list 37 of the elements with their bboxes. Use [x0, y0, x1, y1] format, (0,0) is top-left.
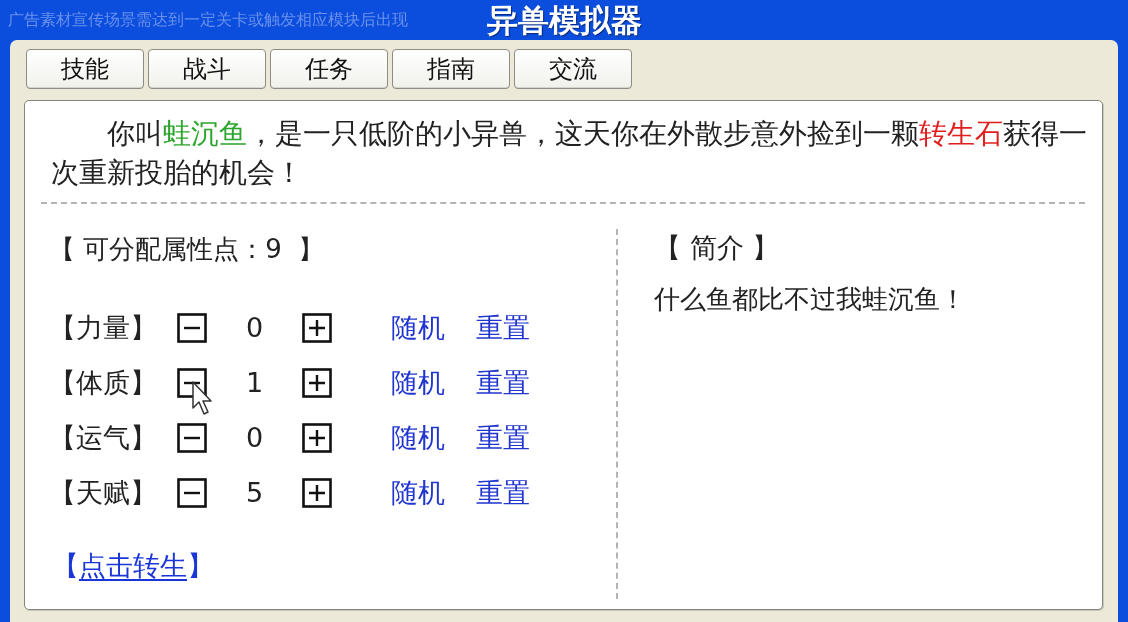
cursor-icon: [192, 381, 214, 416]
plus-icon[interactable]: [302, 423, 332, 453]
attribute-value: 1: [244, 366, 265, 400]
plus-icon[interactable]: [302, 368, 332, 398]
attribute-label: 【运气】: [49, 421, 158, 455]
attribute-label: 【体质】: [49, 366, 158, 400]
minus-icon[interactable]: [177, 313, 207, 343]
attribute-value: 0: [244, 421, 265, 455]
attribute-label: 【力量】: [49, 311, 158, 345]
minus-icon[interactable]: [177, 368, 207, 398]
points-text: 【 可分配属性点：9 】: [49, 233, 325, 266]
reset-link[interactable]: 重置: [476, 420, 530, 456]
minus-icon[interactable]: [177, 423, 207, 453]
notice-text: 广告素材宣传场景需达到一定关卡或触发相应模块后出现: [7, 9, 408, 31]
plus-icon[interactable]: [302, 313, 332, 343]
reset-link[interactable]: 重置: [476, 365, 530, 401]
tab[interactable]: 战斗: [148, 49, 266, 89]
random-link[interactable]: 随机: [391, 420, 445, 456]
random-link[interactable]: 随机: [391, 475, 445, 511]
tab[interactable]: 指南: [392, 49, 510, 89]
reset-link[interactable]: 重置: [476, 475, 530, 511]
minus-icon[interactable]: [177, 478, 207, 508]
plus-icon[interactable]: [302, 478, 332, 508]
tab[interactable]: 任务: [270, 49, 388, 89]
window-title: 异兽模拟器: [486, 1, 642, 40]
story-text: 你叫蛙沉鱼，是一只低阶的小异兽，这天你在外散步意外捡到一颗转生石获得一次重新投胎的机会！: [51, 116, 1088, 191]
attribute-label: 【天赋】: [49, 476, 158, 510]
random-link[interactable]: 随机: [391, 310, 445, 346]
intro-text: 什么鱼都比不过我蛙沉鱼！: [654, 283, 966, 316]
reset-link[interactable]: 重置: [476, 310, 530, 346]
intro-heading: 【 简介 】: [654, 231, 780, 265]
attribute-value: 0: [244, 311, 265, 345]
attribute-value: 5: [244, 476, 265, 510]
random-link[interactable]: 随机: [391, 365, 445, 401]
tab[interactable]: 技能: [26, 49, 144, 89]
tab[interactable]: 交流: [514, 49, 632, 89]
rebirth-link[interactable]: 【点击转生】: [52, 546, 214, 586]
